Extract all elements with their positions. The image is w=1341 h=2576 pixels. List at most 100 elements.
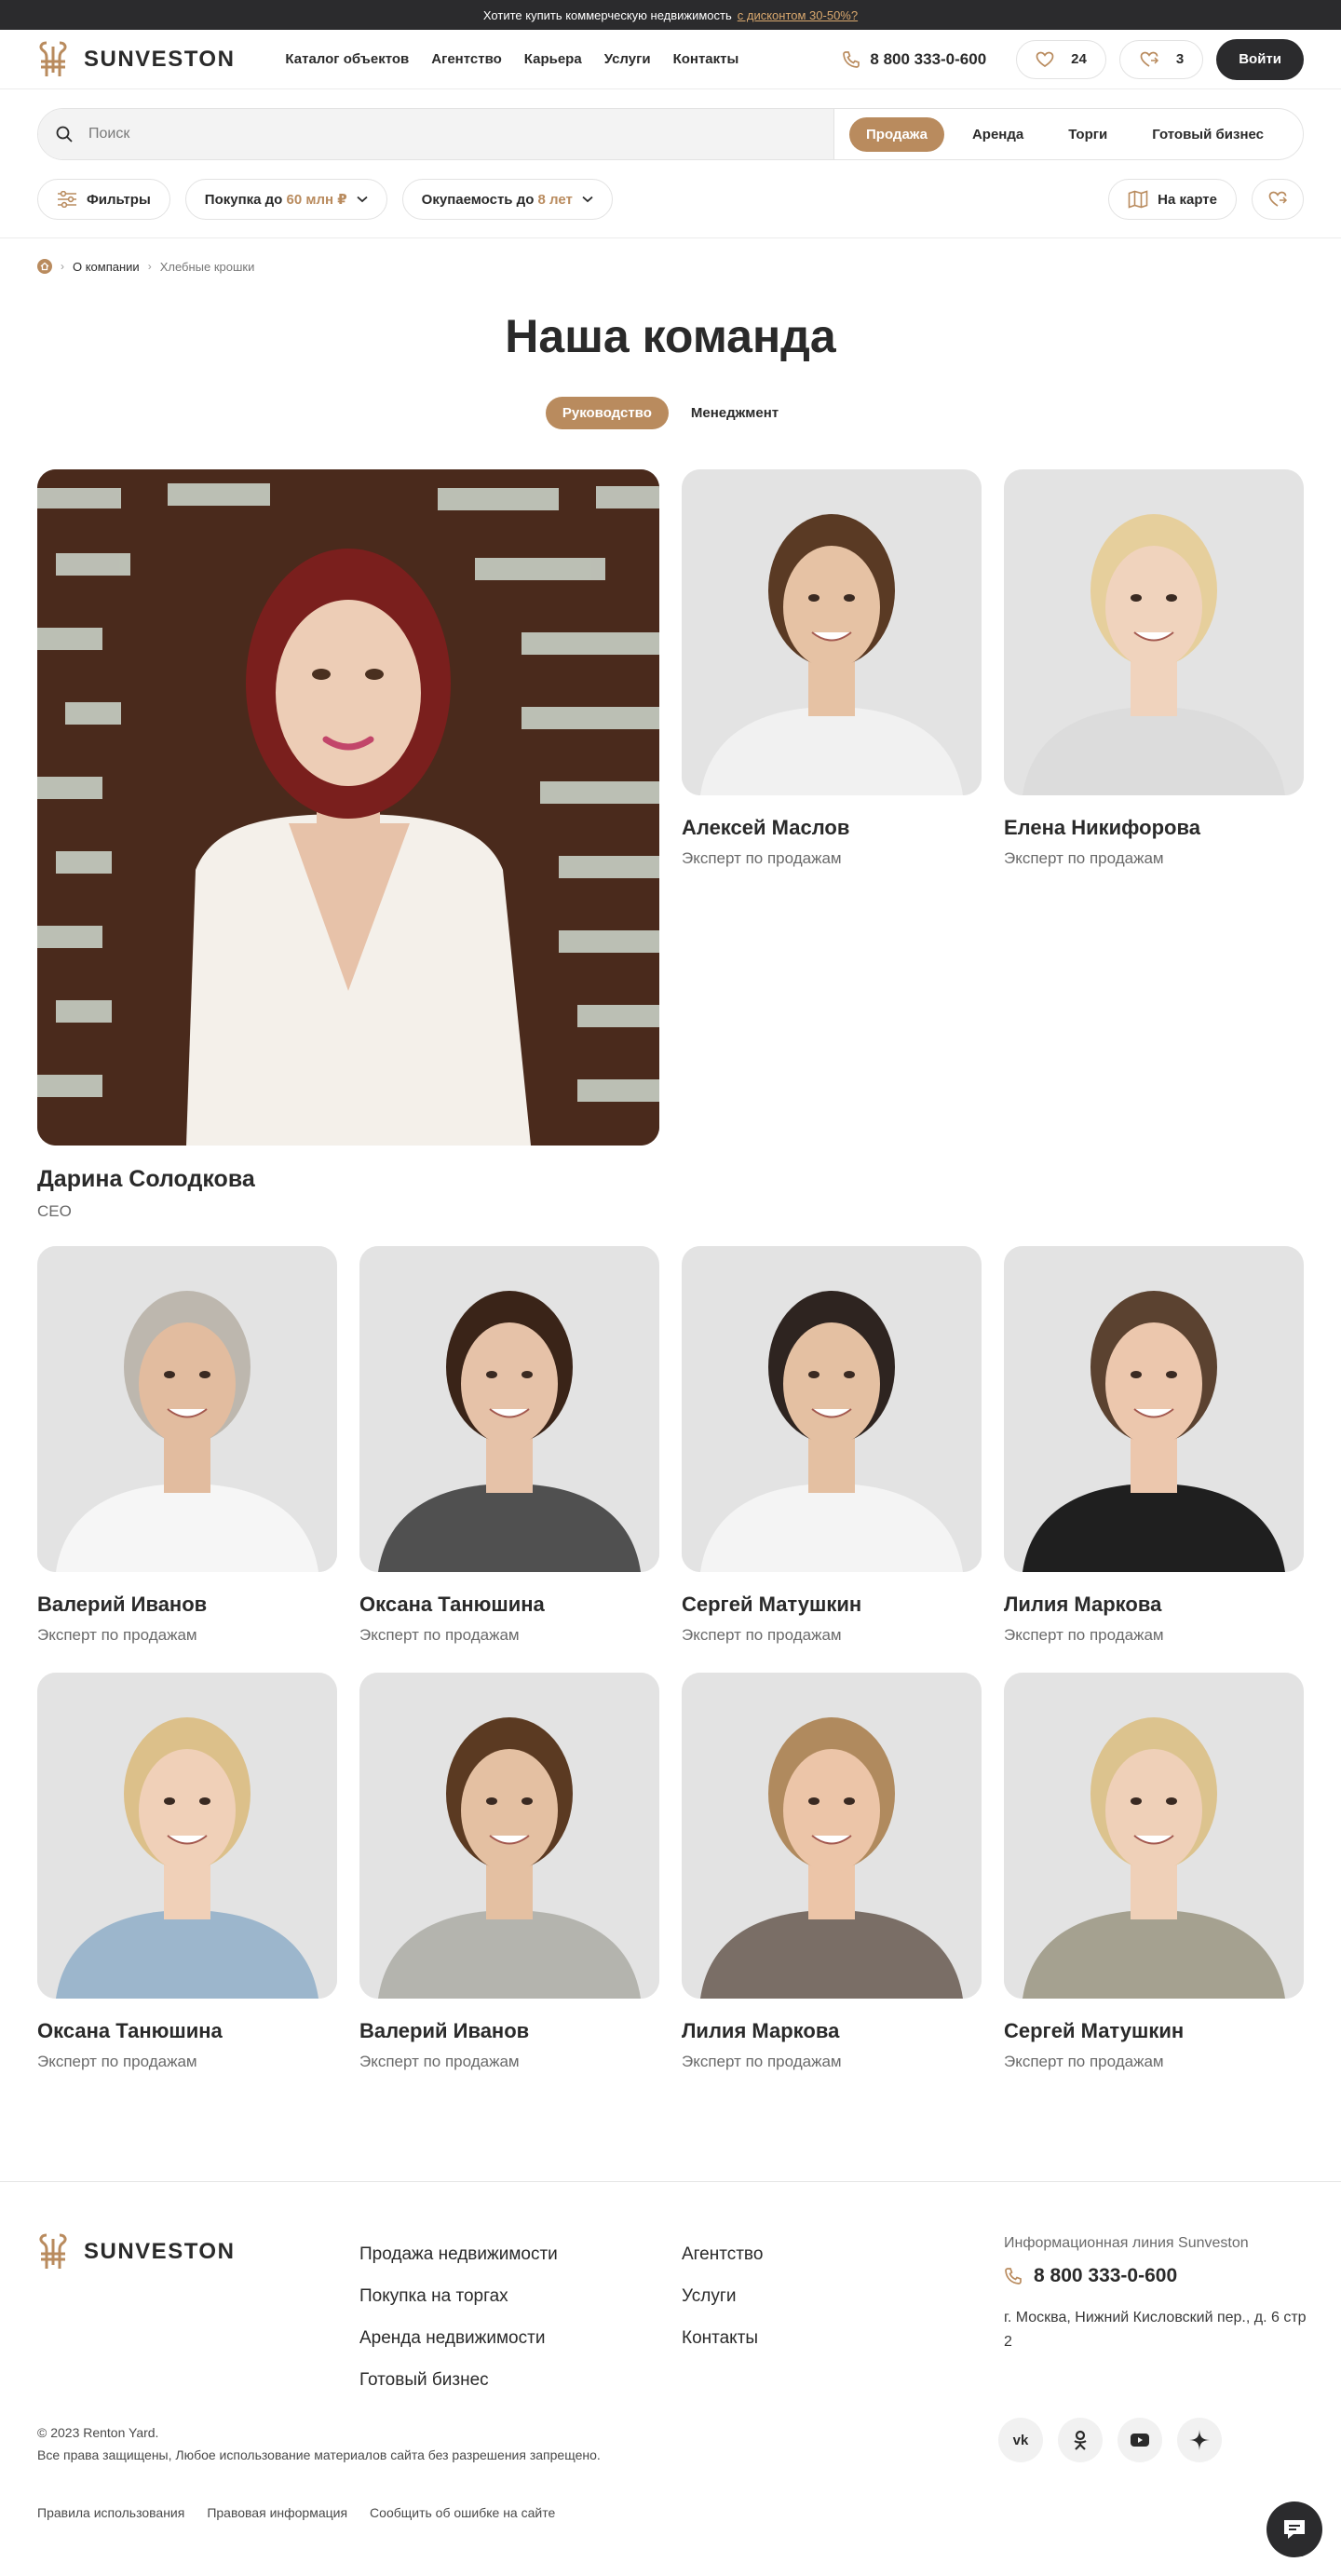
purchase-price-dropdown[interactable]: Покупка до 60 млн ₽ — [184, 179, 387, 220]
zen-icon[interactable] — [1177, 2418, 1222, 2462]
ok-icon[interactable] — [1058, 2418, 1103, 2462]
header-actions: 8 800 333-0-600 24 3 Войти — [842, 38, 1304, 80]
team-card[interactable]: Валерий Иванов Эксперт по продажам — [359, 1673, 659, 2071]
footer-contacts: Информационная линия Sunveston 8 800 333… — [1004, 2235, 1311, 2354]
chat-icon — [1284, 2520, 1305, 2539]
portrait-image — [359, 1673, 659, 1999]
compare-count: 3 — [1175, 51, 1185, 67]
promo-link[interactable]: с дисконтом 30-50%? — [738, 8, 858, 22]
tab-rent[interactable]: Аренда — [955, 117, 1040, 152]
footer-link[interactable]: Контакты — [682, 2317, 763, 2359]
breadcrumb: › О компании › Хлебные крошки — [37, 259, 254, 274]
portrait-image — [1004, 1246, 1304, 1572]
team-photo — [37, 1673, 337, 1999]
footer-link[interactable]: Продажа недвижимости — [359, 2233, 558, 2275]
team-member-role: Эксперт по продажам — [1004, 2053, 1164, 2070]
portrait-image — [682, 1673, 982, 1999]
crumb-about[interactable]: О компании — [73, 260, 140, 274]
footer-link[interactable]: Агентство — [682, 2233, 763, 2275]
footer-link[interactable]: Готовый бизнес — [359, 2359, 558, 2401]
office-address: г. Москва, Нижний Кисловский пер., д. 6 … — [1004, 2310, 1307, 2350]
copyright-line: © 2023 Renton Yard. — [37, 2425, 159, 2440]
payback-dropdown[interactable]: Окупаемость до 8 лет — [401, 179, 613, 220]
crumb-current: Хлебные крошки — [159, 259, 255, 274]
tab-auctions[interactable]: Торги — [1051, 117, 1124, 152]
team-member-name: Оксана Танюшина — [37, 2019, 223, 2042]
team-photo — [682, 1673, 982, 1999]
nav-catalog[interactable]: Каталог объектов — [285, 51, 409, 67]
tab-management[interactable]: Менеджмент — [674, 397, 795, 429]
logo-icon — [39, 2233, 67, 2269]
team-member-role: Эксперт по продажам — [37, 1626, 197, 1644]
tab-ready-business[interactable]: Готовый бизнес — [1135, 117, 1280, 152]
nav-career[interactable]: Карьера — [524, 51, 582, 67]
team-photo — [1004, 469, 1304, 795]
team-card[interactable]: Сергей Матушкин Эксперт по продажам — [682, 1246, 982, 1645]
brand-name: SUNVESTON — [84, 46, 236, 72]
team-member-role: CEO — [37, 1202, 72, 1220]
team-member-name: Валерий Иванов — [37, 1593, 208, 1616]
team-card-featured[interactable]: Дарина Солодкова CEO — [37, 469, 659, 1221]
legal-link-report-error[interactable]: Сообщить об ошибке на сайте — [370, 2505, 555, 2520]
compare-heart-icon — [1140, 51, 1158, 67]
compare-button[interactable]: 3 — [1118, 39, 1204, 79]
chevron-down-icon — [357, 196, 368, 203]
search-input[interactable] — [88, 126, 711, 142]
footer-brand-name: SUNVESTON — [84, 2239, 236, 2264]
team-member-role: Эксперт по продажам — [1004, 1626, 1164, 1644]
team-photo — [682, 1246, 982, 1572]
footer-phone[interactable]: 8 800 333-0-600 — [1004, 2265, 1311, 2287]
header-phone-number: 8 800 333-0-600 — [870, 49, 987, 68]
filters-label: Фильтры — [87, 191, 151, 208]
filters-row: Фильтры Покупка до 60 млн ₽ Окупаемость … — [37, 179, 1304, 220]
team-card[interactable]: Оксана Танюшина Эксперт по продажам — [37, 1673, 337, 2071]
tab-sale[interactable]: Продажа — [849, 116, 944, 152]
tab-leadership[interactable]: Руководство — [545, 397, 669, 429]
nav-services[interactable]: Услуги — [604, 51, 651, 67]
footer-link[interactable]: Покупка на торгах — [359, 2275, 558, 2317]
nav-agency[interactable]: Агентство — [431, 51, 502, 67]
team-card[interactable]: Сергей Матушкин Эксперт по продажам — [1004, 1673, 1304, 2071]
youtube-icon[interactable] — [1118, 2418, 1162, 2462]
team-photo — [37, 469, 659, 1146]
portrait-image — [359, 1246, 659, 1572]
portrait-image — [37, 1673, 337, 1999]
map-label: На карте — [1158, 191, 1217, 208]
brand-logo[interactable]: SUNVESTON — [37, 39, 235, 80]
filters-button[interactable]: Фильтры — [37, 179, 170, 220]
vk-icon[interactable]: vk — [998, 2418, 1043, 2462]
map-button[interactable]: На карте — [1108, 179, 1237, 220]
team-card[interactable]: Алексей Маслов Эксперт по продажам — [682, 469, 982, 868]
footer-brand-logo[interactable]: SUNVESTON — [37, 2231, 235, 2272]
team-card[interactable]: Оксана Танюшина Эксперт по продажам — [359, 1246, 659, 1645]
team-card[interactable]: Лилия Маркова Эксперт по продажам — [682, 1673, 982, 2071]
saved-search-button[interactable] — [1252, 179, 1304, 220]
team-member-name: Алексей Маслов — [682, 816, 850, 839]
team-member-name: Сергей Матушкин — [1004, 2019, 1185, 2042]
team-card[interactable]: Елена Никифорова Эксперт по продажам — [1004, 469, 1304, 868]
chat-button[interactable] — [1266, 2501, 1322, 2557]
login-button[interactable]: Войти — [1216, 38, 1304, 80]
footer-link[interactable]: Услуги — [682, 2275, 763, 2317]
nav-contacts[interactable]: Контакты — [673, 51, 739, 67]
payback-prefix: Окупаемость до — [421, 191, 535, 208]
team-member-role: Эксперт по продажам — [682, 2053, 842, 2070]
team-member-role: Эксперт по продажам — [1004, 849, 1164, 867]
search-bar: Продажа Аренда Торги Готовый бизнес — [37, 108, 1304, 160]
legal-link-terms[interactable]: Правила использования — [37, 2505, 184, 2520]
team-member-role: Эксперт по продажам — [682, 849, 842, 867]
favorites-button[interactable]: 24 — [1016, 39, 1106, 79]
team-card[interactable]: Лилия Маркова Эксперт по продажам — [1004, 1246, 1304, 1645]
team-member-name: Лилия Маркова — [682, 2019, 840, 2042]
team-card[interactable]: Валерий Иванов Эксперт по продажам — [37, 1246, 337, 1645]
portrait-image — [1004, 469, 1304, 795]
legal-link-legal-info[interactable]: Правовая информация — [207, 2505, 347, 2520]
footer-link[interactable]: Аренда недвижимости — [359, 2317, 558, 2359]
team-photo — [1004, 1246, 1304, 1572]
header-phone[interactable]: 8 800 333-0-600 — [842, 50, 986, 69]
page-title: Наша команда — [505, 310, 836, 362]
map-icon — [1128, 190, 1148, 209]
team-member-name: Оксана Танюшина — [359, 1593, 545, 1616]
home-icon[interactable] — [37, 259, 52, 274]
team-member-name: Дарина Солодкова — [37, 1166, 255, 1192]
